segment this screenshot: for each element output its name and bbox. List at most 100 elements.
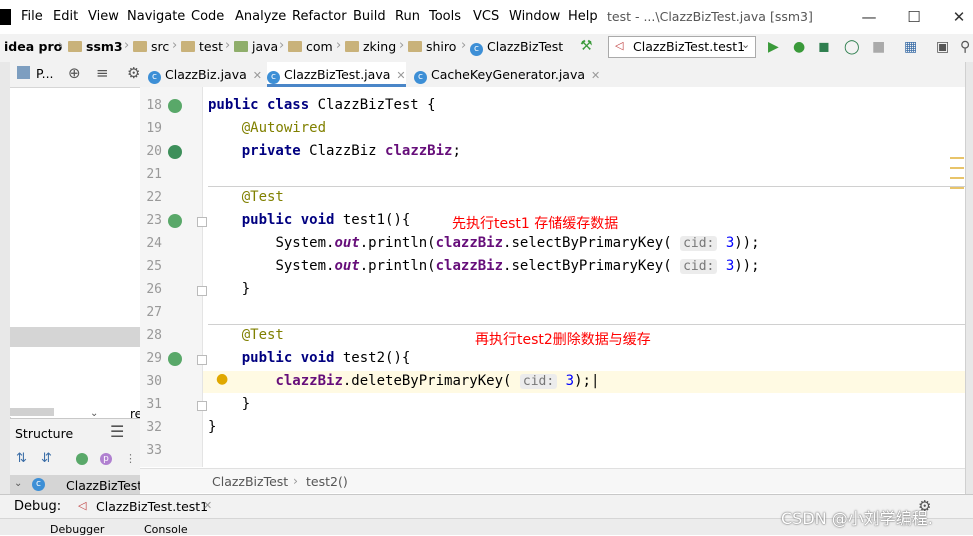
run-icon[interactable]: ▶ <box>768 39 779 55</box>
search-everywhere-icon[interactable]: ⚲ <box>960 39 970 55</box>
code-line-26: } <box>241 281 251 297</box>
menu-tools[interactable]: Tools <box>429 9 461 24</box>
maximize-icon[interactable]: ☐ <box>900 6 928 28</box>
menu-analyze[interactable]: Analyze <box>235 9 286 24</box>
structure-selected-row[interactable]: ⌄ c ClazzBizTest <box>10 475 142 495</box>
fold-marker-icon[interactable] <box>197 217 207 227</box>
stop-icon[interactable]: ■ <box>872 39 885 55</box>
close-icon[interactable]: ✕ <box>591 69 600 82</box>
project-structure-icon[interactable]: ▦ <box>904 39 917 55</box>
menu-build[interactable]: Build <box>353 9 386 24</box>
breadcrumb-method[interactable]: test2() <box>306 474 348 489</box>
bean-injection-icon[interactable] <box>168 145 182 159</box>
menu-run[interactable]: Run <box>395 9 420 24</box>
method-separator <box>208 186 965 187</box>
run-test-method-icon[interactable] <box>168 214 182 228</box>
package-icon <box>345 41 359 52</box>
fold-marker-icon[interactable] <box>197 355 207 365</box>
menu-window[interactable]: Window <box>509 9 560 24</box>
line-number: 24 <box>146 236 162 251</box>
panel-scrollbar[interactable] <box>10 408 54 416</box>
warning-marker[interactable] <box>950 177 964 179</box>
locate-target-icon[interactable]: ⊕ <box>68 64 81 82</box>
debug-session-tab[interactable]: ClazzBizTest.test1 <box>96 499 208 514</box>
menu-navigate[interactable]: Navigate <box>127 9 185 24</box>
menu-help[interactable]: Help <box>568 9 598 24</box>
run-test-method-icon[interactable] <box>168 352 182 366</box>
breadcrumb-zking[interactable]: zking <box>345 39 396 54</box>
breadcrumb-test[interactable]: test <box>181 39 223 54</box>
close-icon[interactable]: ✕ <box>253 69 262 82</box>
line-number: 21 <box>146 167 162 182</box>
close-icon[interactable]: ✕ <box>203 499 212 512</box>
code-line-18: public class ClazzBizTest { <box>208 97 436 113</box>
structure-settings-icon[interactable]: ☰ <box>110 422 124 441</box>
junit-icon: ◁ <box>78 499 87 512</box>
structure-title: Structure <box>15 426 74 441</box>
menu-refactor[interactable]: Refactor <box>292 9 347 24</box>
class-icon: c <box>267 71 280 84</box>
show-properties-icon[interactable]: p <box>100 453 112 465</box>
gear-icon[interactable]: ⚙ <box>127 64 140 82</box>
terminal-icon[interactable]: ▣ <box>936 39 949 55</box>
window-title: test - ...\ClazzBizTest.java [ssm3] <box>607 9 813 24</box>
project-panel-label[interactable]: P... <box>36 66 54 81</box>
selected-tree-row[interactable] <box>10 327 140 347</box>
menu-edit[interactable]: Edit <box>53 9 78 24</box>
line-number: 29 <box>146 351 162 366</box>
warning-marker[interactable] <box>950 187 964 189</box>
line-number: 19 <box>146 121 162 136</box>
minimize-icon[interactable]: — <box>855 6 883 28</box>
collapse-all-icon[interactable]: ≡ <box>96 64 109 82</box>
package-icon <box>408 41 422 52</box>
sort-alphabetically-icon[interactable]: ⇵ <box>41 451 52 466</box>
breadcrumb-idea-pro[interactable]: idea pro <box>4 39 62 54</box>
folder-icon <box>133 41 147 52</box>
code-line-28: @Test <box>241 327 284 343</box>
run-config-label: ClazzBizTest.test1 <box>633 39 746 54</box>
breadcrumb-java[interactable]: java <box>234 39 278 54</box>
line-number: 22 <box>146 190 162 205</box>
tab-clazzbiztest[interactable]: c ClazzBizTest.java ✕ <box>267 62 406 87</box>
breadcrumb-clazzbiztest[interactable]: c ClazzBizTest <box>470 39 563 56</box>
breadcrumb-class[interactable]: ClazzBizTest <box>212 474 288 489</box>
breadcrumb-ssm3[interactable]: ssm3 <box>68 39 123 54</box>
breadcrumb-src[interactable]: src <box>133 39 169 54</box>
tab-clazzbiz[interactable]: c ClazzBiz.java ✕ <box>148 62 266 87</box>
profile-icon[interactable]: ◯ <box>844 39 860 55</box>
chevron-right-icon: › <box>172 38 178 53</box>
chevron-right-icon: › <box>58 38 64 53</box>
warning-marker[interactable] <box>950 167 964 169</box>
breadcrumb-com[interactable]: com <box>288 39 333 54</box>
tab-console[interactable]: Console <box>144 523 188 536</box>
build-hammer-icon[interactable]: ⚒ <box>580 38 593 54</box>
class-icon: c <box>470 43 483 56</box>
menu-vcs[interactable]: VCS <box>473 9 499 24</box>
tab-cachekeygenerator[interactable]: c CacheKeyGenerator.java ✕ <box>414 62 600 87</box>
breadcrumb-shiro[interactable]: shiro <box>408 39 456 54</box>
fold-marker-icon[interactable] <box>197 286 207 296</box>
fold-marker-icon[interactable] <box>197 401 207 411</box>
chevron-right-icon: › <box>336 38 342 53</box>
tab-debugger[interactable]: Debugger <box>50 523 104 536</box>
sort-by-type-icon[interactable]: ⇅ <box>16 451 27 466</box>
run-configuration-select[interactable]: ◁ ClazzBizTest.test1 ⌄ <box>608 36 756 58</box>
code-line-19: @Autowired <box>241 120 327 136</box>
line-number: 20 <box>146 144 162 159</box>
run-test-class-icon[interactable] <box>168 99 182 113</box>
close-window-icon[interactable]: ✕ <box>945 6 973 28</box>
close-icon[interactable]: ✕ <box>396 69 405 82</box>
coverage-icon[interactable]: ◼ <box>818 39 830 55</box>
menu-view[interactable]: View <box>88 9 119 24</box>
folder-icon <box>181 41 195 52</box>
menu-code[interactable]: Code <box>191 9 224 24</box>
warning-marker[interactable] <box>950 157 964 159</box>
debug-bug-icon[interactable]: ● <box>793 39 805 55</box>
annotation-comment-test2: 再执行test2删除数据与缓存 <box>475 332 651 348</box>
code-line-25: System.out.println(clazzBiz.selectByPrim… <box>275 258 760 274</box>
source-folder-icon <box>234 41 248 52</box>
menu-bar: File Edit View Navigate Code Analyze Ref… <box>0 0 973 34</box>
expand-icon[interactable]: ⋮ <box>125 452 136 465</box>
menu-file[interactable]: File <box>21 9 43 24</box>
show-fields-icon[interactable] <box>76 453 88 465</box>
